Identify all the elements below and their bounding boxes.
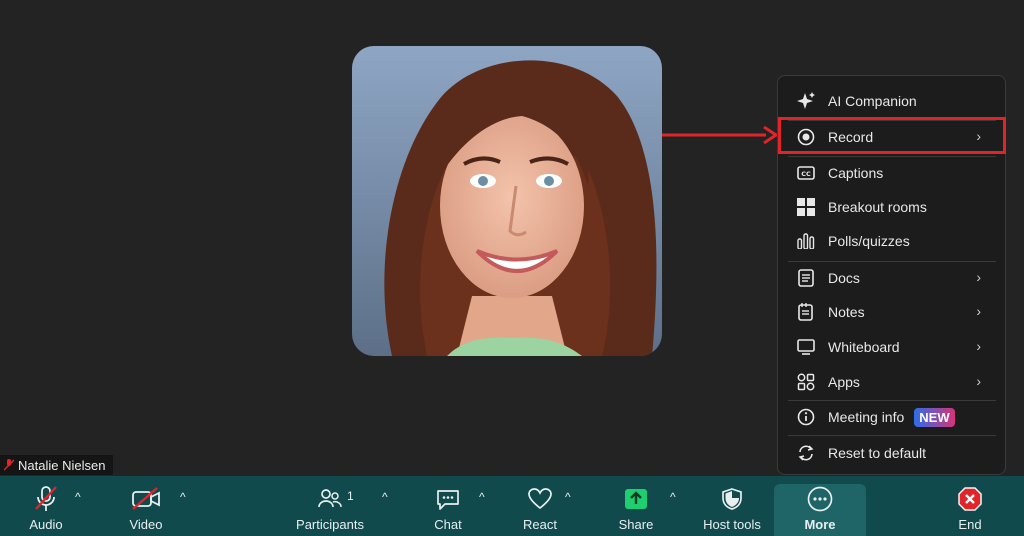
react-options-caret-icon[interactable]: ^	[565, 490, 571, 504]
video-off-icon	[131, 485, 161, 513]
shield-icon	[721, 485, 743, 513]
record-highlight-box	[778, 117, 1006, 154]
share-screen-icon	[623, 485, 649, 513]
menu-item-polls-quizzes[interactable]: Polls/quizzes	[778, 224, 1005, 258]
breakout-rooms-icon	[796, 197, 816, 217]
menu-item-label: AI Companion	[828, 93, 917, 109]
share-options-caret-icon[interactable]: ^	[670, 490, 676, 504]
menu-item-reset-to-default[interactable]: Reset to default	[778, 436, 1005, 470]
participant-video-tile[interactable]	[352, 46, 662, 356]
menu-item-label: Apps	[828, 374, 860, 390]
menu-item-label: Notes	[828, 304, 865, 320]
participant-name: Natalie Nielsen	[18, 457, 106, 473]
menu-item-label: Captions	[828, 165, 884, 181]
info-icon	[796, 407, 816, 427]
chevron-right-icon: ›	[976, 338, 981, 354]
annotation-arrow-icon	[662, 125, 778, 145]
participants-label: Participants	[296, 517, 364, 532]
react-button[interactable]: React	[518, 476, 562, 536]
menu-item-breakout-rooms[interactable]: Breakout rooms	[778, 190, 1005, 224]
menu-item-label: Meeting info	[828, 409, 905, 425]
share-label: Share	[618, 517, 654, 532]
audio-options-caret-icon[interactable]: ^	[75, 490, 81, 504]
chat-options-caret-icon[interactable]: ^	[479, 490, 485, 504]
react-label: React	[523, 517, 557, 532]
chat-button[interactable]: Chat	[428, 476, 468, 536]
muted-mic-icon	[34, 485, 58, 513]
apps-icon	[796, 372, 816, 392]
polls-icon	[796, 231, 816, 251]
end-meeting-button[interactable]: End	[950, 476, 990, 536]
participant-name-tag: Natalie Nielsen	[0, 455, 114, 475]
audio-button[interactable]: Audio	[22, 476, 70, 536]
docs-icon	[796, 268, 816, 288]
video-label: Video	[129, 517, 163, 532]
video-button[interactable]: Video	[122, 476, 170, 536]
menu-item-label: Polls/quizzes	[828, 233, 910, 249]
muted-mic-icon	[4, 459, 14, 471]
menu-item-docs[interactable]: Docs ›	[778, 261, 1005, 295]
menu-item-ai-companion[interactable]: AI Companion	[778, 84, 1005, 118]
more-label: More	[804, 517, 836, 532]
more-button[interactable]: More	[798, 476, 842, 536]
end-label: End	[958, 517, 982, 532]
heart-icon	[527, 485, 553, 513]
share-button[interactable]: Share	[614, 476, 658, 536]
sparkle-icon	[796, 91, 816, 111]
menu-item-label: Docs	[828, 270, 860, 286]
menu-item-label: Reset to default	[828, 445, 927, 461]
participants-icon	[317, 485, 343, 513]
host-tools-label: Host tools	[703, 517, 761, 532]
participants-button[interactable]: Participants	[292, 476, 368, 536]
menu-item-apps[interactable]: Apps ›	[778, 365, 1005, 399]
menu-item-whiteboard[interactable]: Whiteboard ›	[778, 330, 1005, 364]
whiteboard-icon	[796, 337, 816, 357]
menu-item-meeting-info[interactable]: Meeting info NEW	[778, 400, 1005, 434]
chat-label: Chat	[434, 517, 462, 532]
chat-icon	[435, 485, 461, 513]
audio-label: Audio	[29, 517, 63, 532]
chevron-right-icon: ›	[976, 373, 981, 389]
menu-item-label: Breakout rooms	[828, 199, 927, 215]
chevron-right-icon: ›	[976, 303, 981, 319]
more-dots-icon	[807, 485, 833, 513]
participants-options-caret-icon[interactable]: ^	[382, 490, 388, 504]
captions-icon: CC	[796, 163, 816, 183]
svg-text:CC: CC	[801, 170, 811, 178]
menu-item-captions[interactable]: CC Captions	[778, 156, 1005, 190]
participant-portrait	[352, 46, 662, 356]
reset-icon	[796, 443, 816, 463]
end-meeting-icon	[957, 485, 983, 513]
participants-count: 1	[347, 489, 354, 503]
menu-item-label: Whiteboard	[828, 339, 900, 355]
new-badge: NEW	[914, 407, 955, 427]
video-options-caret-icon[interactable]: ^	[180, 490, 186, 504]
host-tools-button[interactable]: Host tools	[700, 476, 764, 536]
chevron-right-icon: ›	[976, 269, 981, 285]
notes-icon	[796, 302, 816, 322]
menu-item-notes[interactable]: Notes ›	[778, 295, 1005, 329]
